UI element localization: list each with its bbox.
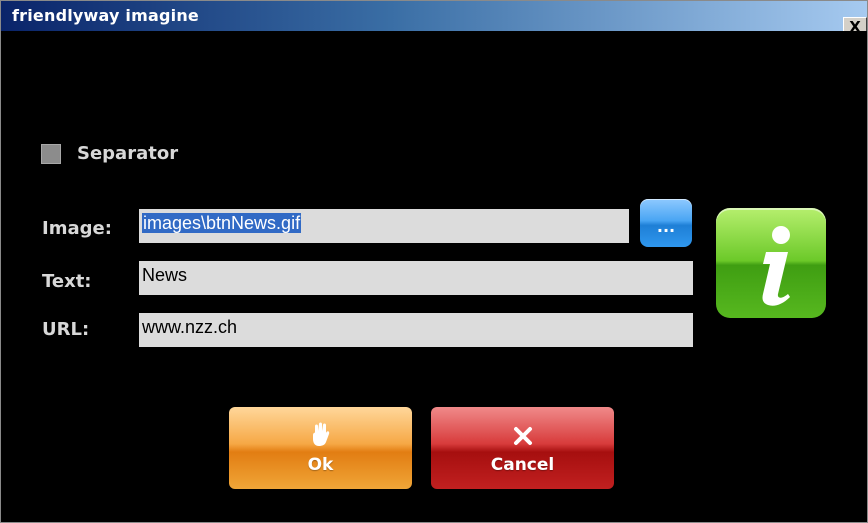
info-icon [716,208,826,318]
separator-label: Separator [77,143,179,164]
dialog-window: friendlyway imagine X Separator Image: i… [0,0,868,523]
browse-button[interactable]: ... [640,199,692,247]
window-title: friendlyway imagine [12,6,199,25]
image-value: images\btnNews.gif [142,213,302,233]
text-label: Text: [42,271,92,292]
url-label: URL: [42,319,90,340]
text-field[interactable]: News [139,261,693,295]
cancel-button[interactable]: Cancel [431,407,614,489]
title-bar[interactable]: friendlyway imagine X [1,1,867,37]
url-field[interactable]: www.nzz.ch [139,313,693,347]
separator-checkbox[interactable] [41,144,61,164]
ellipsis-icon: ... [656,217,676,236]
x-icon [431,421,614,447]
cancel-label: Cancel [490,455,555,475]
dialog-content: Separator Image: images\btnNews.gif ... … [1,31,867,522]
ok-button[interactable]: Ok [229,407,412,489]
ok-label: Ok [307,455,334,475]
image-label: Image: [42,218,112,239]
hand-icon [229,421,412,447]
image-field[interactable]: images\btnNews.gif [139,209,629,243]
